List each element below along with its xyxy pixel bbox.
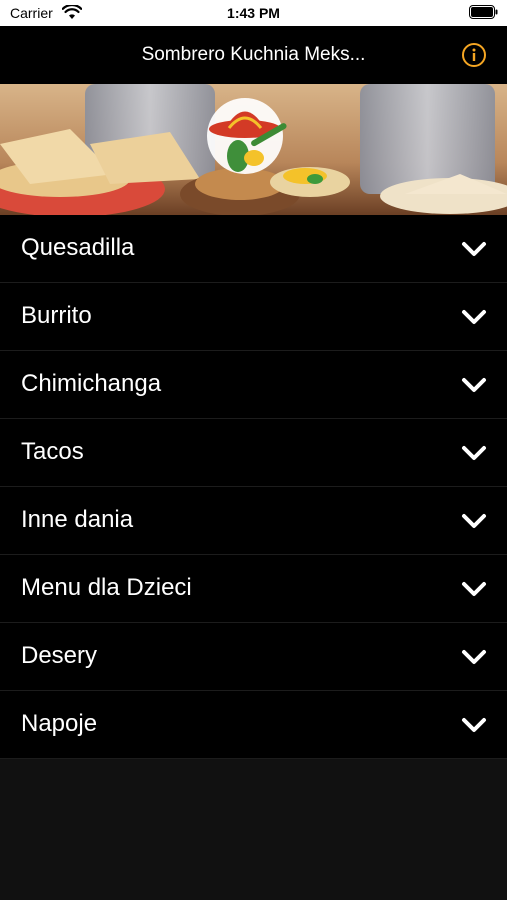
category-label: Chimichanga xyxy=(21,370,162,397)
category-label: Napoje xyxy=(21,710,98,737)
chevron-down-icon xyxy=(462,446,486,460)
info-button[interactable] xyxy=(461,42,487,68)
chevron-down-icon xyxy=(462,582,486,596)
category-row-menu-dla-dzieci[interactable]: Menu dla Dzieci xyxy=(0,555,507,623)
chevron-down-icon xyxy=(462,718,486,732)
chevron-down-icon xyxy=(462,310,486,324)
chevron-down-icon xyxy=(462,242,486,256)
category-row-chimichanga[interactable]: Chimichanga xyxy=(0,351,507,419)
restaurant-banner xyxy=(0,84,507,215)
category-row-quesadilla[interactable]: Quesadilla xyxy=(0,215,507,283)
category-label: Tacos xyxy=(21,438,84,465)
category-label: Quesadilla xyxy=(21,234,135,261)
battery-icon xyxy=(469,5,499,25)
empty-area xyxy=(0,759,507,900)
category-list: Quesadilla Burrito Chimichanga Tacos Inn… xyxy=(0,215,507,759)
category-label: Burrito xyxy=(21,302,92,329)
info-icon xyxy=(462,43,486,67)
page-title: Sombrero Kuchnia Meks... xyxy=(141,44,366,65)
category-row-tacos[interactable]: Tacos xyxy=(0,419,507,487)
status-time: 1:43 PM xyxy=(227,5,280,21)
status-bar: Carrier 1:43 PM xyxy=(0,0,507,26)
nav-bar: Sombrero Kuchnia Meks... xyxy=(0,26,507,84)
category-row-napoje[interactable]: Napoje xyxy=(0,691,507,759)
chevron-down-icon xyxy=(462,514,486,528)
category-label: Menu dla Dzieci xyxy=(21,574,192,601)
chevron-down-icon xyxy=(462,650,486,664)
category-row-burrito[interactable]: Burrito xyxy=(0,283,507,351)
category-row-desery[interactable]: Desery xyxy=(0,623,507,691)
category-label: Desery xyxy=(21,642,98,669)
category-label: Inne dania xyxy=(21,506,134,533)
chevron-down-icon xyxy=(462,378,486,392)
category-row-inne-dania[interactable]: Inne dania xyxy=(0,487,507,555)
